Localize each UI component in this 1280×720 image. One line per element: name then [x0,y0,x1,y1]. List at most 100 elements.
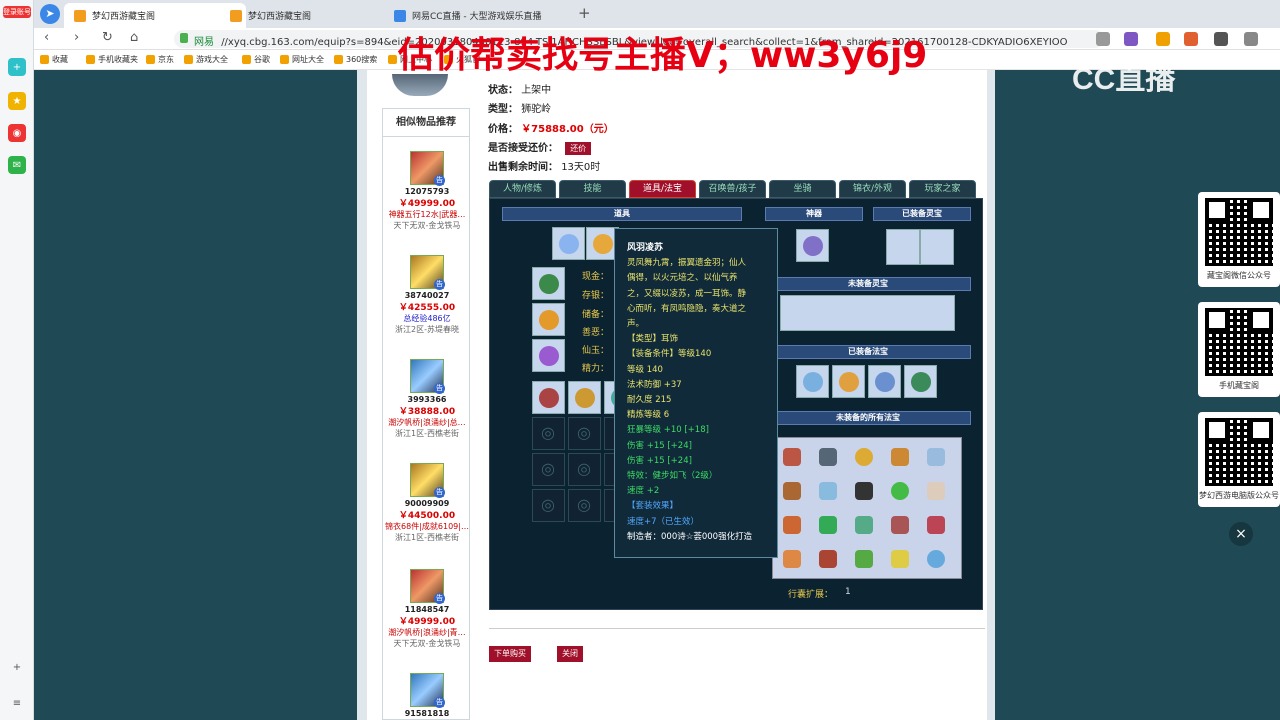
treasure-item[interactable] [777,476,807,506]
bookmark-item[interactable]: 收藏 [40,54,68,65]
role-avatar[interactable] [410,359,445,394]
mail-icon[interactable]: ✉ [8,156,26,174]
role-avatar[interactable] [410,255,445,290]
fox-icon[interactable] [1184,32,1198,46]
scissors-icon[interactable] [1096,32,1110,46]
equip-slot[interactable] [532,339,565,372]
treasure-item[interactable] [849,442,879,472]
rec-price: ￥42555.00 [398,303,456,313]
tab-mounts[interactable]: 坐骑 [769,180,836,198]
treasure-item[interactable] [885,544,915,574]
sidebar-login[interactable]: 登录账号 [3,6,31,18]
treasure-item[interactable] [885,442,915,472]
artifact-header: 神器 [765,207,863,221]
treasure-slot[interactable] [868,365,901,398]
treasure-item[interactable] [921,442,951,472]
bargain-button[interactable]: 还价 [565,142,592,155]
close-icon[interactable]: × [1229,522,1253,546]
spirit-slot[interactable] [920,229,954,265]
new-tab-icon[interactable]: + [578,4,591,22]
tab-character[interactable]: 人物/修炼 [489,180,556,198]
bookmark-item[interactable]: 网址大全 [280,54,324,65]
bookmark-item[interactable]: 游戏大全 [184,54,228,65]
role-avatar[interactable] [410,151,445,186]
rec-price: ￥44500.00 [398,511,456,521]
treasure-item[interactable] [921,510,951,540]
recommend-item[interactable]: 3993366 ￥38888.00 潮汐帆桥|浪涌纱|总… 浙江1区-西樵老街 [383,359,471,439]
home-icon[interactable]: ⌂ [130,30,138,45]
bookmark-item[interactable]: 360搜索 [334,54,377,65]
spirit-storage[interactable] [780,295,955,331]
forward-icon[interactable]: › [74,30,79,45]
bag-slot[interactable] [568,489,601,522]
treasure-item[interactable] [849,476,879,506]
tab-cbg-2[interactable]: 梦幻西游藏宝阁 [220,3,380,28]
qr-card[interactable]: 手机藏宝阁 [1198,302,1280,397]
bookmark-item[interactable]: 谷歌 [242,54,270,65]
treasure-slot[interactable] [904,365,937,398]
equip-slot[interactable] [532,303,565,336]
treasure-item[interactable] [849,544,879,574]
treasure-item[interactable] [813,476,843,506]
bag-slot[interactable] [532,381,565,414]
browser-logo-icon[interactable]: ➤ [40,4,60,24]
treasure-item[interactable] [921,476,951,506]
qr-card[interactable]: 藏宝阁微信公众号 [1198,192,1280,287]
apps-grid-icon[interactable] [1214,32,1228,46]
treasure-slot[interactable] [796,365,829,398]
treasure-item[interactable] [777,544,807,574]
spirit-slot[interactable] [886,229,920,265]
bag-slot[interactable] [568,417,601,450]
bag-slot[interactable] [568,453,601,486]
plus-app-icon[interactable]: + [8,58,26,76]
bag-slot[interactable] [532,417,565,450]
recommend-item[interactable]: 11848547 ￥49999.00 潮汐帆桥|浪涌纱|青… 天下无双-金戈铁马 [383,569,471,649]
treasure-item[interactable] [921,544,951,574]
equip-slot[interactable] [552,227,585,260]
treasure-item[interactable] [885,476,915,506]
star-icon[interactable]: ★ [8,92,26,110]
close-button[interactable]: 关闭 [557,646,583,662]
treasure-item[interactable] [777,442,807,472]
bookmark-item[interactable]: 手机收藏夹 [86,54,138,65]
treasure-item[interactable] [813,510,843,540]
tab-home[interactable]: 玩家之家 [909,180,976,198]
tab-skills[interactable]: 技能 [559,180,626,198]
weibo-icon[interactable]: ◉ [8,124,26,142]
treasure-slot[interactable] [832,365,865,398]
equip-slot[interactable] [532,267,565,300]
extension-icon[interactable] [1124,32,1138,46]
tab-cbg-1[interactable]: 梦幻西游藏宝阁 × [64,3,246,28]
tab-outfits[interactable]: 锦衣/外观 [839,180,906,198]
status-value: 上架中 [521,85,552,96]
recommend-item[interactable]: 90009909 ￥44500.00 锦衣68件|成就6109|… 浙江1区-西… [383,463,471,543]
treasure-item[interactable] [813,442,843,472]
recommend-item[interactable]: 12075793 ￥49999.00 神器五行12水|武器… 天下无双-金戈铁马 [383,151,471,231]
reload-icon[interactable]: ↻ [102,30,113,45]
buy-button[interactable]: 下单购买 [489,646,531,662]
tab-items[interactable]: 道具/法宝 [629,180,696,198]
treasure-item[interactable] [813,544,843,574]
treasure-item[interactable] [777,510,807,540]
status-row: 状态： 上架中 [488,81,551,96]
add-icon[interactable]: + [8,658,26,676]
tab-pets[interactable]: 召唤兽/孩子 [699,180,766,198]
shield-icon[interactable] [1156,32,1170,46]
treasure-item[interactable] [885,510,915,540]
treasure-item[interactable] [849,510,879,540]
settings-icon[interactable] [1244,32,1258,46]
bag-slot[interactable] [568,381,601,414]
role-avatar[interactable] [410,569,445,604]
role-avatar[interactable] [410,673,445,708]
recommend-item[interactable]: 91581818 [383,673,471,718]
bookmark-item[interactable]: 京东 [146,54,174,65]
recommend-item[interactable]: 38740027 ￥42555.00 总经验486亿 浙江2区-苏堤春晓 [383,255,471,335]
qr-card[interactable]: 梦幻西游电脑版公众号 [1198,412,1280,507]
artifact-slot[interactable] [796,229,829,262]
bag-slot[interactable] [532,453,565,486]
back-icon[interactable]: ‹ [44,30,49,45]
tab-cc-live[interactable]: 网易CC直播 - 大型游戏娱乐直播 [384,3,562,28]
role-avatar[interactable] [410,463,445,498]
menu-icon[interactable]: ≡ [8,694,26,712]
bag-slot[interactable] [532,489,565,522]
